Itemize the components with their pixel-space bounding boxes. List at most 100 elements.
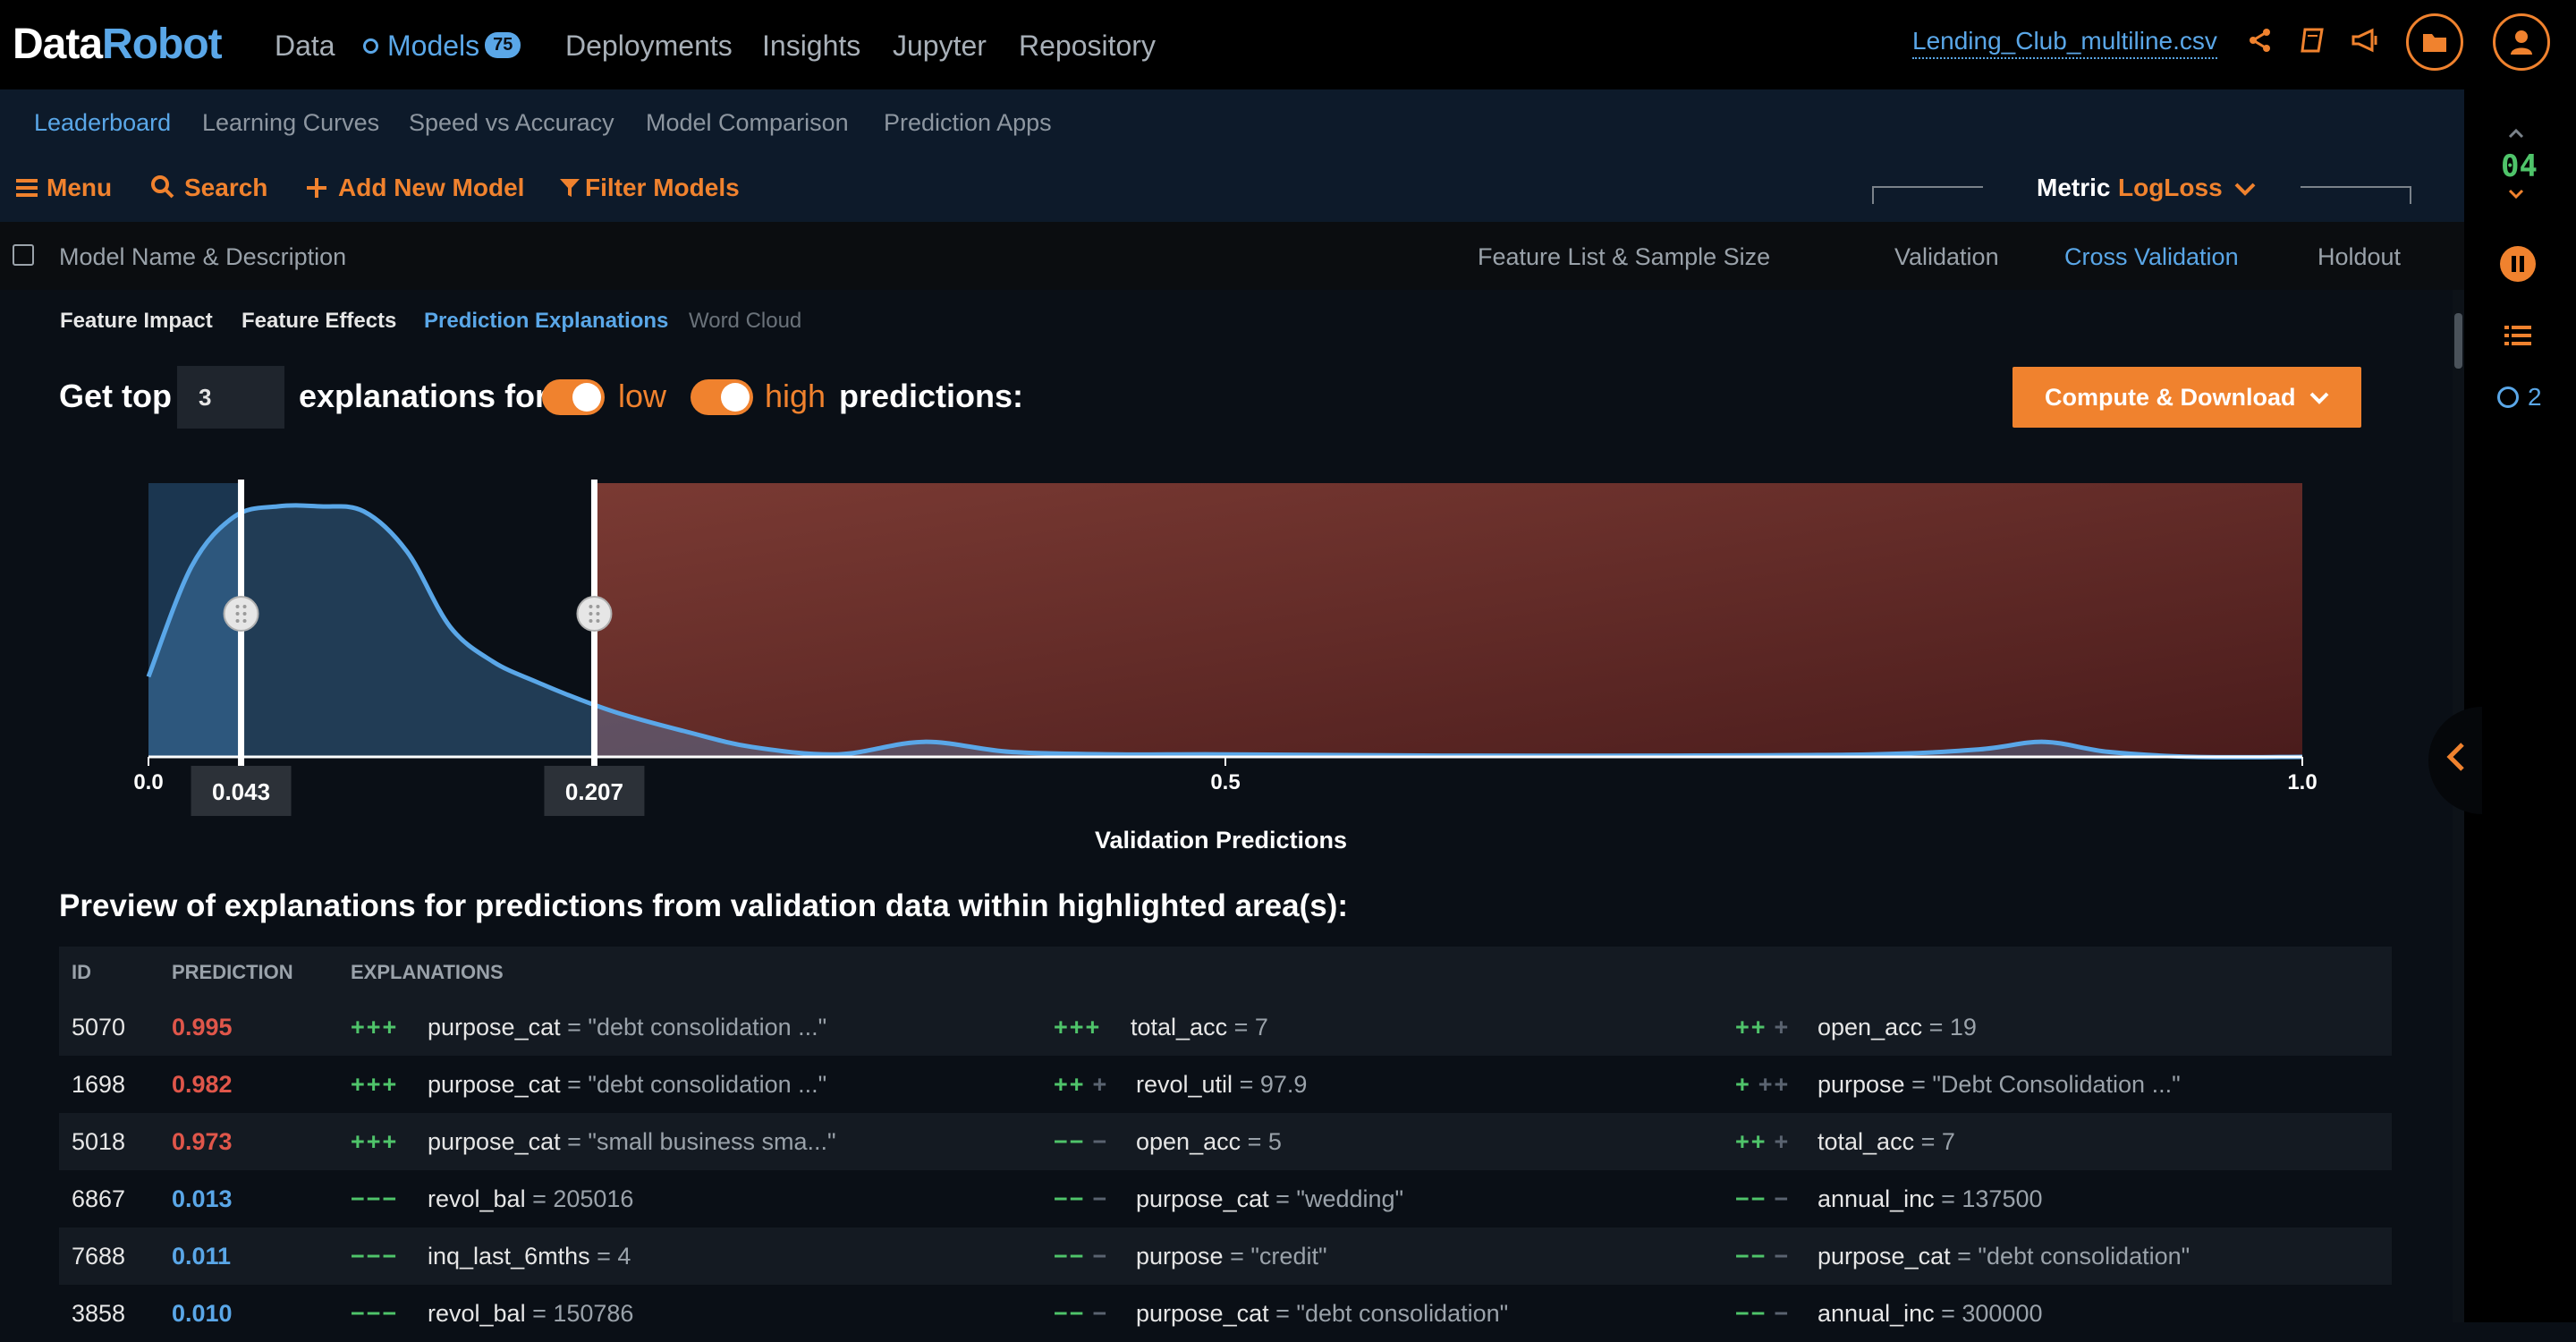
column-feature-list[interactable]: Feature List & Sample Size [1478, 243, 1770, 271]
datarobot-logo[interactable]: DataRobot [13, 20, 223, 69]
high-threshold-label: 0.207 [565, 778, 623, 805]
select-all-checkbox[interactable] [13, 244, 34, 266]
megaphone-icon[interactable] [2351, 27, 2379, 61]
subnav-leaderboard[interactable]: Leaderboard [34, 109, 171, 137]
nav-repository[interactable]: Repository [1019, 30, 1156, 63]
compute-download-button[interactable]: Compute & Download [2012, 367, 2361, 428]
get-top-label: Get top [59, 378, 172, 414]
search-button[interactable]: Search [150, 174, 267, 202]
feature-name: total_acc = 7 [1131, 1014, 1268, 1040]
feature-value: = 205016 [525, 1185, 634, 1212]
explanation-cell: −− − purpose_cat = "debt consolidation" [1054, 1285, 1508, 1342]
metric-dropdown[interactable]: LogLoss [2118, 174, 2256, 202]
strength-remainder: + [1774, 1014, 1791, 1040]
strength-indicator: ++ [1735, 1128, 1767, 1155]
explanation-cell: ++ + open_acc = 19 [1735, 998, 1977, 1056]
nav-models[interactable]: Models 75 [363, 30, 521, 63]
low-toggle[interactable] [542, 379, 605, 415]
table-row[interactable]: 6867 0.013 −−− revol_bal = 205016 −− − purpose… [59, 1170, 2392, 1227]
filter-models-button[interactable]: Filter Models [560, 174, 740, 202]
column-cross-validation[interactable]: Cross Validation [2064, 243, 2239, 271]
column-holdout[interactable]: Holdout [2318, 243, 2401, 271]
explanation-cell: −− − purpose_cat = "wedding" [1054, 1170, 1403, 1227]
table-header: ID PREDICTION EXPLANATIONS [59, 947, 2392, 998]
strength-indicator: ++ [1054, 1071, 1086, 1098]
dataset-link[interactable]: Lending_Club_multiline.csv [1912, 27, 2217, 59]
models-count-badge: 75 [485, 32, 521, 59]
explanation-cell: −− − annual_inc = 137500 [1735, 1170, 2043, 1227]
book-icon[interactable] [2299, 27, 2326, 61]
strength-indicator: −− [1054, 1300, 1086, 1327]
subnav-learning-curves[interactable]: Learning Curves [202, 109, 379, 137]
folder-icon[interactable] [2406, 13, 2463, 71]
strength-indicator: −− [1054, 1243, 1086, 1270]
table-row[interactable]: 1698 0.982 +++ purpose_cat = "debt consolid… [59, 1056, 2392, 1113]
tab-feature-impact[interactable]: Feature Impact [60, 309, 213, 334]
share-icon[interactable] [2247, 27, 2274, 61]
subnav-speed-vs-accuracy[interactable]: Speed vs Accuracy [409, 109, 614, 137]
tab-feature-effects[interactable]: Feature Effects [242, 309, 396, 334]
feature-name: inq_last_6mths = 4 [428, 1243, 631, 1270]
worker-counter: 04 [2501, 149, 2538, 184]
explanation-cell: −− − annual_inc = 300000 [1735, 1285, 2043, 1342]
explanation-cell: + ++ purpose = "Debt Consolidation ..." [1735, 1056, 2181, 1113]
table-row[interactable]: 7688 0.011 −−− inq_last_6mths = 4 −− − purpose… [59, 1227, 2392, 1285]
feature-name: purpose_cat = "small business sma..." [428, 1128, 836, 1155]
x-tick-label: 1.0 [2287, 770, 2317, 794]
nav-jupyter[interactable]: Jupyter [893, 30, 987, 63]
row-prediction: 0.011 [172, 1243, 232, 1270]
table-row[interactable]: 5018 0.973 +++ purpose_cat = "small busines… [59, 1113, 2392, 1170]
strength-remainder: − [1092, 1185, 1109, 1212]
tab-prediction-explanations[interactable]: Prediction Explanations [424, 309, 668, 334]
scrollbar-thumb[interactable] [2454, 313, 2462, 369]
list-icon[interactable] [2504, 324, 2531, 352]
tab-word-cloud[interactable]: Word Cloud [689, 309, 801, 334]
subnav-model-comparison[interactable]: Model Comparison [646, 109, 849, 137]
feature-value: = "debt consolidation ..." [560, 1071, 827, 1098]
user-icon[interactable] [2493, 13, 2550, 71]
strength-remainder: + [1774, 1128, 1791, 1155]
feature-value: = 7 [1914, 1128, 1955, 1155]
column-validation[interactable]: Validation [1894, 243, 1999, 271]
add-model-label: Add New Model [338, 174, 525, 201]
row-prediction: 0.982 [172, 1071, 233, 1098]
explanation-cell: −− − purpose_cat = "debt consolidation" [1735, 1227, 2190, 1285]
row-id: 6867 [72, 1185, 126, 1212]
explanation-cell: +++ purpose_cat = "debt consolidation ...… [351, 1056, 826, 1113]
strength-remainder: − [1774, 1185, 1791, 1212]
add-new-model-button[interactable]: Add New Model [306, 174, 524, 202]
strength-indicator: −− [1735, 1300, 1767, 1327]
header-id: ID [72, 961, 91, 983]
strength-indicator: −−− [351, 1185, 399, 1212]
column-model-name[interactable]: Model Name & Description [59, 243, 346, 271]
nav-deployments[interactable]: Deployments [565, 30, 733, 63]
feature-value: = "debt consolidation" [1268, 1300, 1509, 1327]
high-toggle[interactable] [691, 379, 753, 415]
top-n-input[interactable]: 3 [177, 366, 284, 429]
handle-grip-dot [589, 612, 593, 616]
chevron-up-icon[interactable] [2508, 127, 2524, 143]
nav-insights[interactable]: Insights [762, 30, 860, 63]
high-threshold-handle [576, 596, 613, 632]
menu-icon [16, 179, 38, 197]
explanation-cell: +++total_acc = 7 [1735, 1113, 1955, 1170]
chevron-down-icon[interactable] [2508, 188, 2524, 204]
x-tick-label: 0.0 [133, 770, 163, 794]
feature-value: = 300000 [1934, 1300, 2043, 1327]
menu-button[interactable]: Menu [16, 174, 112, 202]
row-id: 5070 [72, 1014, 126, 1040]
nav-data[interactable]: Data [275, 30, 335, 63]
chevron-down-icon [2235, 183, 2256, 196]
row-id: 5018 [72, 1128, 126, 1155]
strength-indicator: +++ [1054, 1014, 1102, 1040]
low-label: low [618, 378, 667, 414]
subnav-prediction-apps[interactable]: Prediction Apps [884, 109, 1052, 137]
table-row[interactable]: 5070 0.995 +++ purpose_cat = "debt consolid… [59, 998, 2392, 1056]
queue-status[interactable]: 2 [2497, 383, 2542, 412]
search-icon [151, 175, 174, 199]
menu-label: Menu [47, 174, 113, 201]
table-row[interactable]: 3858 0.010 −−− revol_bal = 150786 −− − purpose… [59, 1285, 2392, 1342]
explanation-cell: −−− revol_bal = 150786 [351, 1285, 633, 1342]
pause-icon[interactable] [2499, 245, 2537, 287]
row-id: 7688 [72, 1243, 126, 1270]
